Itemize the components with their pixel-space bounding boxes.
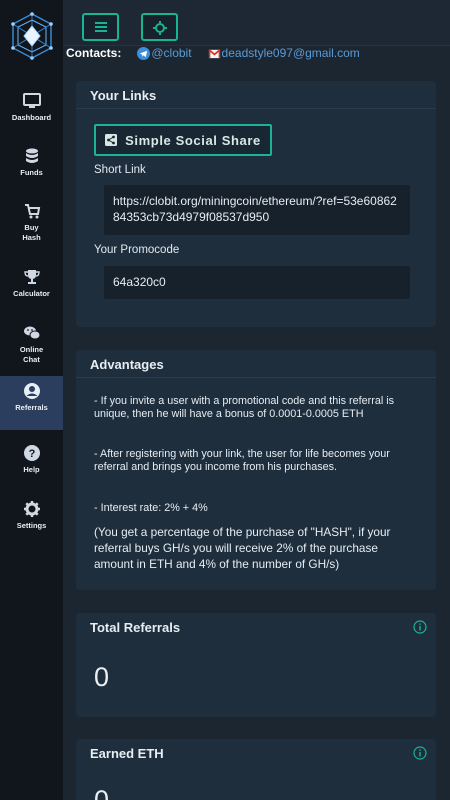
total-referrals-value: 0 (94, 662, 110, 692)
share-button-label: Simple Social Share (125, 132, 261, 148)
links-card: Your Links Simple Social Share Short Lin… (76, 81, 436, 327)
advantage-interest-details: (You get a percentage of the purchase of… (94, 525, 391, 571)
contacts-label: Contacts: (66, 46, 122, 60)
logo-icon[interactable] (8, 12, 56, 60)
total-referrals-card: Total Referrals 0 (76, 613, 436, 717)
info-icon[interactable] (413, 620, 427, 634)
top-bar (63, 0, 450, 46)
sidebar-item-online-chat[interactable]: Online Chat (0, 318, 63, 368)
advantage-lifetime-referral: - After registering with your link, the … (94, 448, 390, 473)
card-title: Earned ETH (76, 739, 436, 767)
sidebar-item-settings[interactable]: Settings (0, 494, 63, 548)
trophy-icon (23, 270, 40, 284)
sidebar-item-referrals[interactable]: Referrals (0, 376, 63, 430)
email-address: deadstyle097@gmail.com (221, 46, 360, 60)
sidebar-item-label: Settings (16, 521, 47, 530)
coins-icon (25, 148, 38, 163)
svg-text:?: ? (28, 448, 35, 460)
promocode-field[interactable]: 64a320c0 (104, 266, 410, 299)
sidebar-item-help[interactable]: ? Help (0, 438, 63, 492)
telegram-handle: @clobit (151, 46, 192, 60)
card-title: Total Referrals (76, 613, 436, 641)
gear-icon (153, 21, 167, 35)
monitor-icon (22, 93, 41, 108)
hamburger-icon (95, 22, 107, 32)
email-link[interactable]: deadstyle097@gmail.com (207, 46, 360, 60)
sidebar: Dashboard Funds Buy Hash Calculator Onli… (0, 0, 63, 800)
telegram-icon (137, 46, 151, 60)
advantage-interest-rate: - Interest rate: 2% + 4% (94, 502, 208, 514)
sidebar-item-label: Buy Hash (22, 223, 41, 242)
sidebar-item-calculator[interactable]: Calculator (0, 262, 63, 316)
settings-toggle-button[interactable] (141, 13, 178, 41)
menu-toggle-button[interactable] (82, 13, 119, 41)
card-title: Your Links (76, 81, 436, 109)
sidebar-item-label: Referrals (15, 403, 48, 412)
short-link-field[interactable]: https://clobit.org/miningcoin/ethereum/?… (104, 185, 410, 235)
gear-icon (23, 501, 40, 517)
card-title: Advantages (76, 350, 436, 378)
earned-eth-card: Earned ETH 0 (76, 739, 436, 800)
telegram-link[interactable]: @clobit (137, 46, 192, 60)
info-icon[interactable] (413, 746, 427, 760)
short-link-label: Short Link (94, 164, 146, 176)
simple-social-share-button[interactable]: Simple Social Share (94, 124, 272, 156)
earned-eth-value: 0 (94, 785, 110, 800)
user-circle-icon (23, 383, 40, 399)
sidebar-item-buy-hash[interactable]: Buy Hash (0, 196, 63, 246)
sidebar-item-label: Dashboard (11, 113, 52, 122)
share-icon (105, 134, 118, 146)
advantage-promo-bonus: - If you invite a user with a promotiona… (94, 395, 395, 420)
gmail-icon (207, 48, 221, 58)
sidebar-item-label: Funds (20, 168, 43, 177)
help-icon: ? (23, 445, 40, 461)
cart-icon (24, 204, 40, 219)
total-referrals-title: Total Referrals (90, 620, 181, 635)
promocode-label: Your Promocode (94, 244, 180, 256)
earned-eth-title: Earned ETH (90, 746, 164, 761)
chat-icon (23, 326, 40, 340)
contacts-bar: Contacts: @clobit deadstyle097@gmail.com (66, 46, 360, 60)
sidebar-item-funds[interactable]: Funds (0, 141, 63, 195)
advantages-card: Advantages - If you invite a user with a… (76, 350, 436, 590)
sidebar-item-label: Help (23, 465, 40, 474)
sidebar-item-label: Calculator (13, 289, 50, 298)
sidebar-item-label: Online Chat (19, 345, 44, 364)
sidebar-item-dashboard[interactable]: Dashboard (0, 86, 63, 140)
